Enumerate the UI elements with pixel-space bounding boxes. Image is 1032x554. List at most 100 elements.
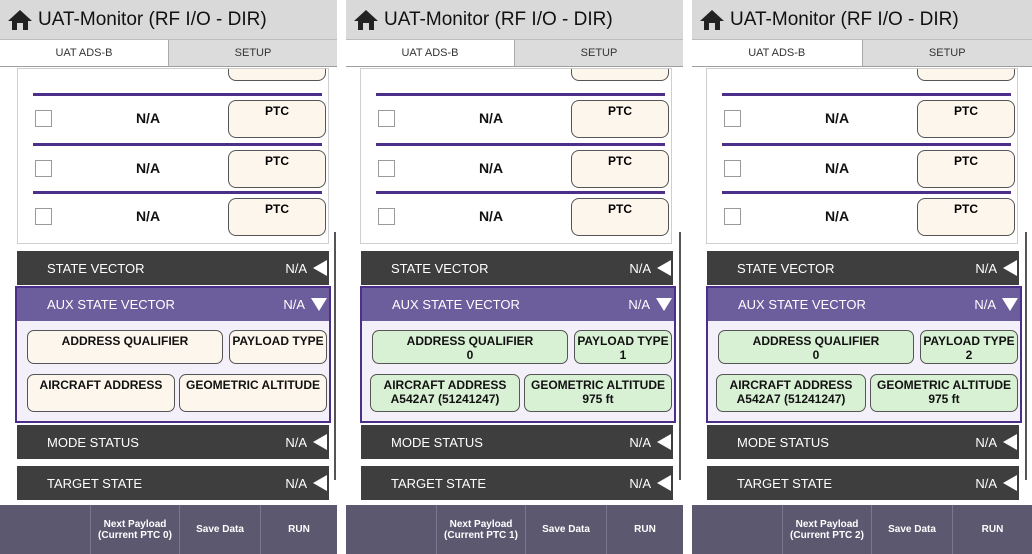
ptc-button-partial[interactable] — [571, 69, 669, 81]
tab-setup[interactable]: SETUP — [514, 40, 683, 66]
expand-down-icon — [1002, 298, 1018, 311]
ptc-row-label: N/A — [824, 208, 850, 224]
aux-state-vector-panel: AUX STATE VECTOR N/A ADDRESS QUALIFIER 0… — [360, 286, 676, 423]
field-value: A542A7 (51241247) — [390, 392, 500, 406]
ptc-button[interactable]: PTC — [228, 198, 326, 236]
next-payload-button[interactable]: Next Payload (Current PTC 1) — [437, 505, 525, 554]
ptc-row: N/A PTC — [361, 93, 671, 145]
ptc-button[interactable]: PTC — [571, 100, 669, 138]
ptc-list[interactable]: N/A PTC N/A PTC N/A PTC — [706, 68, 1018, 244]
tab-bar: UAT ADS-B SETUP — [0, 40, 337, 67]
ptc-checkbox[interactable] — [724, 208, 741, 225]
next-payload-button[interactable]: Next Payload (Current PTC 2) — [783, 505, 871, 554]
geometric-altitude-field: GEOMETRIC ALTITUDE 975 ft — [870, 374, 1018, 412]
collapse-left-icon — [1003, 260, 1017, 276]
field-label: PAYLOAD TYPE — [232, 334, 324, 348]
next-payload-button[interactable]: Next Payload (Current PTC 0) — [91, 505, 179, 554]
scrollbar[interactable] — [334, 232, 336, 480]
section-target-state[interactable]: TARGET STATE N/A — [707, 466, 1019, 500]
section-aux-state-vector[interactable]: AUX STATE VECTOR N/A — [362, 288, 674, 321]
section-value: N/A — [629, 434, 651, 450]
scrollbar[interactable] — [1025, 232, 1027, 480]
field-label: PAYLOAD TYPE — [577, 334, 669, 348]
ptc-button[interactable]: PTC — [228, 150, 326, 188]
section-target-state[interactable]: TARGET STATE N/A — [361, 466, 673, 500]
field-value: 0 — [466, 348, 474, 362]
section-state-vector[interactable]: STATE VECTOR N/A — [707, 251, 1019, 285]
ptc-checkbox[interactable] — [724, 110, 741, 127]
section-label: AUX STATE VECTOR — [392, 297, 520, 312]
ptc-checkbox[interactable] — [35, 110, 52, 127]
section-value: N/A — [628, 297, 650, 312]
tab-setup[interactable]: SETUP — [168, 40, 337, 66]
ptc-button-partial[interactable] — [228, 69, 326, 81]
scrollbar[interactable] — [679, 232, 681, 480]
section-label: TARGET STATE — [47, 475, 143, 491]
save-data-button[interactable]: Save Data — [180, 505, 260, 554]
save-data-button[interactable]: Save Data — [526, 505, 606, 554]
section-aux-state-vector[interactable]: AUX STATE VECTOR N/A — [708, 288, 1020, 321]
section-state-vector[interactable]: STATE VECTOR N/A — [361, 251, 673, 285]
ptc-button[interactable]: PTC — [917, 150, 1015, 188]
footer-spacer — [692, 505, 782, 554]
payload-type-field: PAYLOAD TYPE 1 — [574, 330, 672, 364]
aux-state-vector-panel: AUX STATE VECTOR N/A ADDRESS QUALIFIER 0… — [706, 286, 1022, 423]
ptc-button-partial[interactable] — [917, 69, 1015, 81]
ptc-button[interactable]: PTC — [571, 150, 669, 188]
ptc-button[interactable]: PTC — [917, 100, 1015, 138]
geometric-altitude-field: GEOMETRIC ALTITUDE 975 ft — [524, 374, 672, 412]
section-state-vector[interactable]: STATE VECTOR N/A — [17, 251, 329, 285]
aircraft-address-field: AIRCRAFT ADDRESS A542A7 (51241247) — [370, 374, 520, 412]
ptc-checkbox[interactable] — [724, 160, 741, 177]
ptc-list[interactable]: N/A PTC N/A PTC N/A PTC — [360, 68, 672, 244]
field-label: ADDRESS QUALIFIER — [61, 334, 189, 348]
next-payload-label: Next Payload — [795, 518, 859, 530]
collapse-left-icon — [657, 434, 671, 450]
section-label: TARGET STATE — [737, 475, 833, 491]
save-data-button[interactable]: Save Data — [872, 505, 952, 554]
ptc-row: N/A PTC — [18, 143, 328, 195]
ptc-checkbox[interactable] — [35, 208, 52, 225]
ptc-row-label: N/A — [135, 160, 161, 176]
section-label: MODE STATUS — [391, 434, 483, 450]
run-button[interactable]: RUN — [953, 505, 1032, 554]
ptc-button[interactable]: PTC — [228, 100, 326, 138]
field-label: GEOMETRIC ALTITUDE — [877, 378, 1011, 392]
geometric-altitude-field: GEOMETRIC ALTITUDE — [179, 374, 327, 412]
ptc-checkbox[interactable] — [378, 110, 395, 127]
section-mode-status[interactable]: MODE STATUS N/A — [17, 425, 329, 459]
ptc-button[interactable]: PTC — [917, 198, 1015, 236]
ptc-row: N/A PTC — [361, 143, 671, 195]
home-icon[interactable] — [2, 0, 38, 40]
collapse-left-icon — [657, 475, 671, 491]
field-label: AIRCRAFT ADDRESS — [729, 378, 853, 392]
current-ptc-label: (Current PTC 0) — [98, 529, 172, 541]
section-target-state[interactable]: TARGET STATE N/A — [17, 466, 329, 500]
run-button[interactable]: RUN — [261, 505, 337, 554]
tab-setup[interactable]: SETUP — [861, 40, 1032, 66]
field-label: PAYLOAD TYPE — [923, 334, 1015, 348]
section-aux-state-vector[interactable]: AUX STATE VECTOR N/A — [17, 288, 329, 321]
section-value: N/A — [285, 475, 307, 491]
ptc-row: N/A PTC — [707, 93, 1017, 145]
collapse-left-icon — [1003, 475, 1017, 491]
tab-uat-ads-b[interactable]: UAT ADS-B — [692, 40, 862, 66]
section-label: MODE STATUS — [737, 434, 829, 450]
section-value: N/A — [629, 475, 651, 491]
tab-uat-ads-b[interactable]: UAT ADS-B — [0, 40, 168, 66]
ptc-checkbox[interactable] — [35, 160, 52, 177]
section-mode-status[interactable]: MODE STATUS N/A — [361, 425, 673, 459]
ptc-checkbox[interactable] — [378, 160, 395, 177]
field-value: 975 ft — [582, 392, 614, 406]
home-icon[interactable] — [348, 0, 384, 40]
section-value: N/A — [285, 260, 307, 276]
ptc-list[interactable]: N/A PTC N/A PTC N/A PTC — [17, 68, 329, 244]
collapse-left-icon — [313, 475, 327, 491]
home-icon[interactable] — [694, 0, 730, 40]
section-label: STATE VECTOR — [47, 260, 145, 276]
ptc-checkbox[interactable] — [378, 208, 395, 225]
ptc-button[interactable]: PTC — [571, 198, 669, 236]
section-mode-status[interactable]: MODE STATUS N/A — [707, 425, 1019, 459]
run-button[interactable]: RUN — [607, 505, 683, 554]
tab-uat-ads-b[interactable]: UAT ADS-B — [346, 40, 514, 66]
